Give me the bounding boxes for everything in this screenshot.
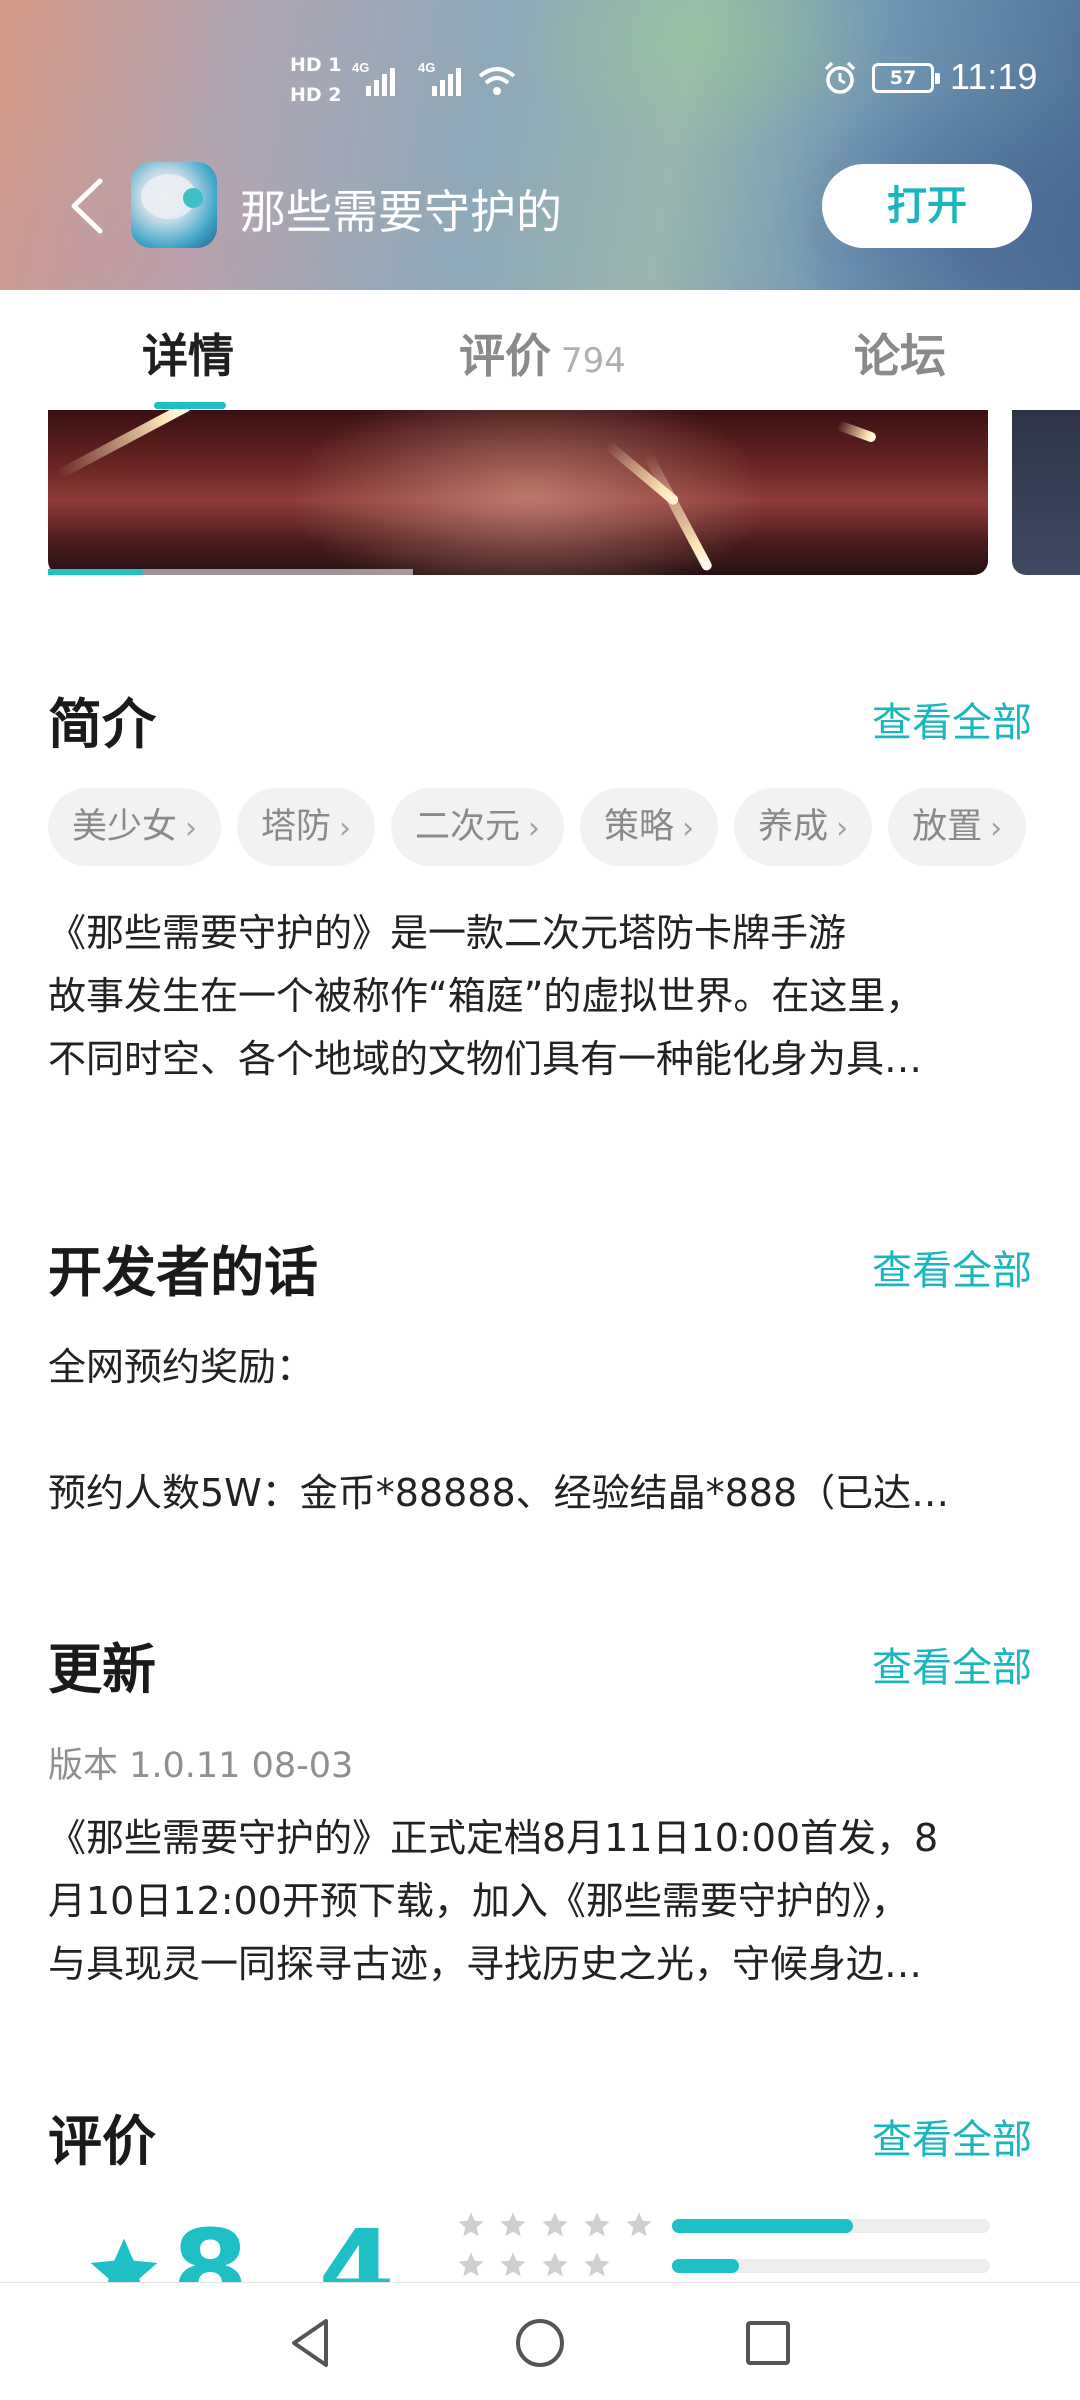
developer-title: 开发者的话 [48, 1241, 318, 1304]
open-button[interactable]: 打开 [822, 164, 1032, 248]
tab-reviews-label: 评价 [459, 329, 551, 383]
sim-indicators: HD 1 HD 2 [290, 50, 342, 110]
rating-star-icon [458, 2212, 484, 2237]
update-line: 月10日12:00开预下载，加入《那些需要守护的》， [48, 1879, 909, 1923]
tag-label: 美少女 [72, 807, 178, 847]
rating-row-4 [456, 2250, 996, 2280]
rating-bar-fill [672, 2259, 739, 2273]
system-navigation-bar [0, 2282, 1080, 2400]
tag-label: 塔防 [261, 807, 332, 847]
tag-label: 放置 [912, 807, 983, 847]
intro-description[interactable]: 《那些需要守护的》是一款二次元塔防卡牌手游 故事发生在一个被称作“箱庭”的虚拟世… [48, 902, 1032, 1091]
tag-chip[interactable]: 塔防 › [237, 788, 376, 866]
tag-chip[interactable]: 养成 › [734, 788, 873, 866]
update-notes[interactable]: 《那些需要守护的》正式定档8月11日10:00首发，8 月10日12:00开预下… [48, 1807, 1032, 1996]
rating-star-icon [542, 2212, 568, 2237]
clock-time: 11:19 [950, 56, 1038, 97]
triangle-back-icon[interactable] [282, 2313, 342, 2373]
chevron-right-icon: › [185, 811, 198, 846]
rating-star-icon [584, 2212, 610, 2237]
rating-stars [456, 2250, 666, 2280]
network-type-label-1: 4G [352, 60, 369, 75]
tag-chip[interactable]: 策略 › [580, 788, 719, 866]
chevron-right-icon: › [836, 811, 849, 846]
square-recent-icon[interactable] [738, 2313, 798, 2373]
screenshot-carousel[interactable] [0, 410, 1080, 580]
update-title: 更新 [48, 1638, 156, 1701]
rating-bar-track [672, 2259, 990, 2273]
tag-label: 二次元 [415, 807, 521, 847]
app-header: HD 1 HD 2 4G 4G 57 11:19 那些需要守护的 打开 [0, 0, 1080, 290]
circle-home-icon[interactable] [510, 2313, 570, 2373]
tag-chip[interactable]: 二次元 › [391, 788, 565, 866]
intro-see-all-link[interactable]: 查看全部 [872, 690, 1032, 748]
rating-stars [456, 2210, 666, 2240]
tab-details-label: 详情 [142, 329, 234, 383]
intro-line: 故事发生在一个被称作“箱庭”的虚拟世界。在这里， [48, 974, 924, 1018]
chevron-left-icon[interactable] [60, 175, 112, 237]
tag-chip[interactable]: 美少女 › [48, 788, 222, 866]
chevron-right-icon: › [528, 811, 541, 846]
version-date: 版本 1.0.11 08-03 [48, 1746, 354, 1786]
intro-line: 《那些需要守护的》是一款二次元塔防卡牌手游 [48, 911, 847, 955]
update-line: 与具现灵一同探寻古迹，寻找历史之光，守候身边… [48, 1942, 923, 1986]
sim1-label: HD 1 [290, 54, 342, 76]
update-line: 《那些需要守护的》正式定档8月11日10:00首发，8 [48, 1816, 939, 1860]
app-bar: 那些需要守护的 打开 [0, 150, 1080, 265]
chevron-right-icon: › [339, 811, 352, 846]
tab-bar: 详情 评价 794 论坛 [0, 290, 1080, 410]
rating-star-icon [542, 2252, 568, 2277]
app-icon [131, 162, 217, 248]
rating-star-icon [500, 2252, 526, 2277]
developer-note[interactable]: 全网预约奖励： 预约人数5W：金币*88888、经验结晶*888（已达… [48, 1336, 1032, 1525]
reviews-title: 评价 [48, 2110, 156, 2173]
carousel-progress-thumb [48, 569, 143, 575]
tab-forum[interactable]: 论坛 [854, 320, 946, 386]
network-type-label-2: 4G [418, 60, 435, 75]
sim2-label: HD 2 [290, 84, 342, 106]
app-title: 那些需要守护的 [240, 185, 562, 239]
screenshot-image-next[interactable] [1012, 410, 1080, 575]
screenshot-image[interactable] [48, 410, 988, 575]
rating-bar-track [672, 2219, 990, 2233]
rating-star-icon [500, 2212, 526, 2237]
chevron-right-icon: › [682, 811, 695, 846]
tag-label: 养成 [758, 807, 829, 847]
status-bar: HD 1 HD 2 4G 4G 57 11:19 [0, 0, 1080, 160]
developer-line: 预约人数5W：金币*88888、经验结晶*888（已达… [48, 1471, 950, 1515]
intro-title: 简介 [48, 693, 156, 756]
alarm-icon [824, 61, 856, 94]
tab-details[interactable]: 详情 [142, 320, 234, 386]
tag-list: 美少女 › 塔防 › 二次元 › 策略 › 养成 › 放置 › [48, 788, 1080, 866]
tag-label: 策略 [604, 807, 675, 847]
developer-line: 全网预约奖励： [48, 1345, 315, 1389]
rating-star-icon [626, 2212, 652, 2237]
active-tab-indicator [154, 402, 226, 409]
tab-reviews[interactable]: 评价 794 [459, 320, 626, 386]
tag-chip[interactable]: 放置 › [888, 788, 1027, 866]
reviews-see-all-link[interactable]: 查看全部 [872, 2107, 1032, 2165]
battery-indicator: 57 [872, 63, 940, 93]
rating-star-icon [458, 2252, 484, 2277]
rating-row-5 [456, 2210, 996, 2240]
chevron-right-icon: › [990, 811, 1003, 846]
rating-bar-fill [672, 2219, 854, 2233]
developer-see-all-link[interactable]: 查看全部 [872, 1238, 1032, 1296]
update-see-all-link[interactable]: 查看全部 [872, 1635, 1032, 1693]
tab-forum-label: 论坛 [854, 329, 946, 383]
rating-star-icon [584, 2252, 610, 2277]
intro-line: 不同时空、各个地域的文物们具有一种能化身为具… [48, 1037, 923, 1081]
signal-wifi-icon: 4G 4G [352, 60, 516, 96]
review-count: 794 [561, 341, 626, 381]
